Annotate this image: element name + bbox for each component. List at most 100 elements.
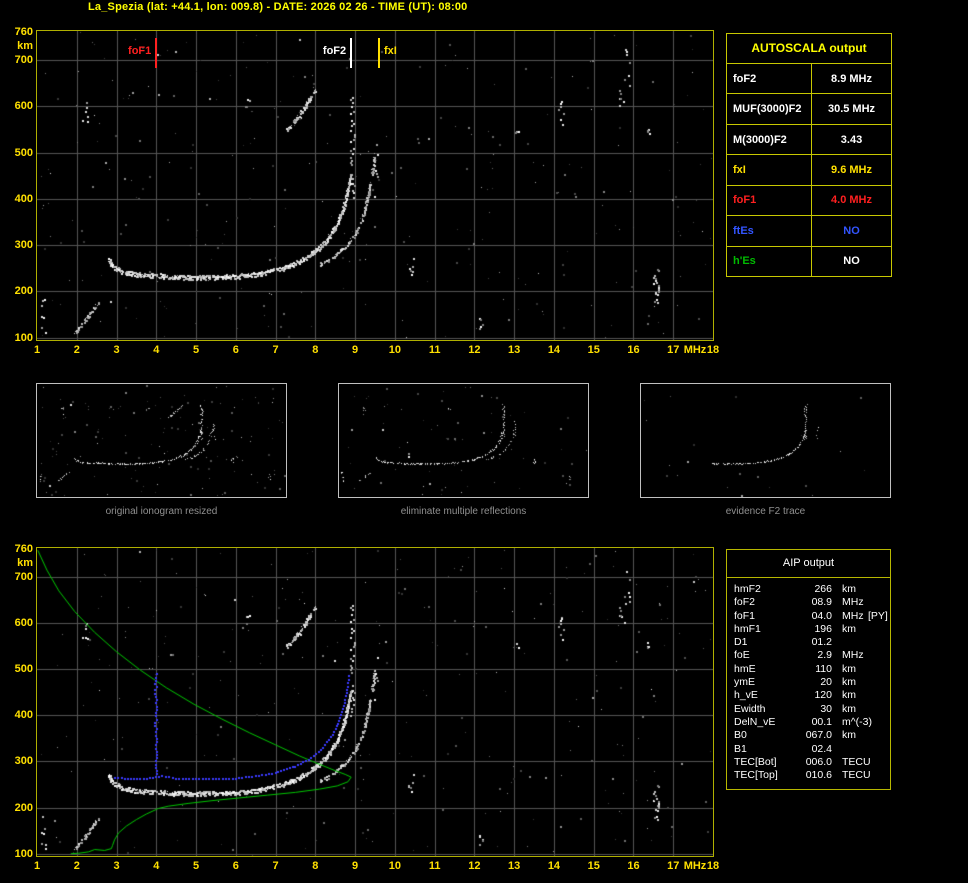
x-tick-label: 13 xyxy=(508,860,521,872)
aip-unit: km xyxy=(842,702,856,715)
aip-value: 00.1 xyxy=(811,715,832,728)
x-tick-label: 6 xyxy=(232,344,239,356)
y-axis-unit-bottom: km xyxy=(17,557,33,569)
aip-row: hmF2 266 km xyxy=(734,583,886,596)
y-tick-label: 300 xyxy=(14,239,33,252)
aip-note xyxy=(868,649,886,662)
aip-row: foF2 08.9 MHz xyxy=(734,596,886,609)
autoscala-panel-title: AUTOSCALA output xyxy=(751,41,867,55)
fof1-marker-label: foF1 xyxy=(128,45,152,57)
autoscala-row: fxI 9.6 MHz xyxy=(727,154,891,185)
aip-row: foE 2.9 MHz xyxy=(734,649,886,662)
autoscala-window: La_Spezia (lat: +44.1, lon: 009.8) - DAT… xyxy=(0,0,968,883)
aip-param: Ewidth xyxy=(734,702,766,715)
x-tick-label: 7 xyxy=(272,860,279,872)
aip-value: 08.9 xyxy=(811,596,832,609)
aip-note xyxy=(868,729,886,742)
x-tick-label: 13 xyxy=(508,344,521,356)
thumbnail-original-ionogram xyxy=(36,383,287,498)
x-tick-label: 14 xyxy=(547,860,561,872)
aip-note xyxy=(868,756,886,769)
x-tick-label: 18 xyxy=(706,344,720,356)
caption-f2-trace: evidence F2 trace xyxy=(725,506,806,517)
aip-row: B1 02.4 xyxy=(734,743,886,756)
aip-unit xyxy=(832,636,868,649)
y-tick-label: 200 xyxy=(14,801,33,814)
aip-value: 2.9 xyxy=(817,649,832,662)
x-tick-label: 3 xyxy=(113,860,120,872)
aip-panel-title: AIP output xyxy=(727,550,890,578)
fof2-marker-line xyxy=(350,38,353,68)
y-tick-label: 760 xyxy=(14,543,33,556)
thumbnail-no-multiples-canvas xyxy=(339,384,588,497)
aip-unit: m^(-3) xyxy=(842,715,873,728)
x-tick-label: 11 xyxy=(428,344,441,356)
aip-unit: TECU xyxy=(842,755,871,768)
autoscala-param-value: 3.43 xyxy=(840,133,863,146)
x-tick-label: 15 xyxy=(587,860,600,872)
aip-value: 20 xyxy=(820,676,832,689)
caption-no-multiples: eliminate multiple reflections xyxy=(400,506,527,517)
autoscala-param-value: 8.9 MHz xyxy=(831,72,872,85)
y-tick-label: 400 xyxy=(14,192,33,205)
aip-row: D1 01.2 xyxy=(734,636,886,649)
autoscala-row: foF1 4.0 MHz xyxy=(727,184,891,216)
autoscala-param-value: 9.6 MHz xyxy=(831,163,872,176)
ionogram-top-canvas xyxy=(37,31,713,340)
y-tick-label: 700 xyxy=(14,571,33,584)
y-tick-label: 200 xyxy=(14,285,33,298)
y-tick-label: 600 xyxy=(14,100,33,113)
autoscala-param-label: h'Es xyxy=(727,246,812,276)
aip-value: 006.0 xyxy=(805,755,832,768)
x-tick-label: 9 xyxy=(352,860,359,872)
autoscala-param-value: NO xyxy=(843,224,860,237)
autoscala-output-panel: AUTOSCALA output foF2 8.9 MHz MUF(3000)F2 3… xyxy=(726,33,892,277)
aip-rows: hmF2 266 km foF2 08.9 MHz foF1 04.0 MHz [PY] hmF1 1… xyxy=(734,583,888,782)
aip-unit: TECU xyxy=(842,769,871,782)
aip-value: 010.6 xyxy=(805,769,832,782)
aip-param: hmF1 xyxy=(734,622,761,635)
thumbnail-original-canvas xyxy=(37,384,286,497)
x-tick-label: 6 xyxy=(232,860,239,872)
aip-param: TEC[Top] xyxy=(734,769,778,782)
autoscala-param-label: M(3000)F2 xyxy=(727,124,812,155)
aip-note xyxy=(868,636,886,649)
aip-note xyxy=(868,583,886,596)
aip-value: 02.4 xyxy=(811,742,832,755)
thumbnail-f2-trace xyxy=(640,383,891,498)
x-tick-label: 14 xyxy=(547,344,561,356)
y-tick-label: 760 xyxy=(14,26,33,39)
x-tick-label: 2 xyxy=(73,344,80,356)
aip-value: 110 xyxy=(815,662,832,675)
aip-note xyxy=(868,703,886,716)
thumbnail-no-multiples xyxy=(338,383,589,498)
aip-row: h_vE 120 km xyxy=(734,689,886,702)
autoscala-param-label: foF2 xyxy=(727,64,812,94)
aip-unit: km xyxy=(842,729,856,742)
fxi-marker-label: fxI xyxy=(383,45,397,57)
autoscala-row: foF2 8.9 MHz xyxy=(727,63,891,94)
aip-row: ymE 20 km xyxy=(734,676,886,689)
aip-param: D1 xyxy=(734,636,748,649)
autoscala-param-label: MUF(3000)F2 xyxy=(727,94,812,124)
autoscala-row: ftEs NO xyxy=(727,215,891,246)
autoscala-param-label: fxI xyxy=(727,155,812,185)
x-tick-label: 3 xyxy=(113,344,120,356)
fof1-marker-line xyxy=(155,38,158,68)
autoscala-param-value: NO xyxy=(843,255,860,268)
aip-unit: km xyxy=(842,583,856,595)
aip-note xyxy=(868,596,886,609)
x-tick-label: 17 xyxy=(667,344,680,356)
x-tick-label: 8 xyxy=(312,860,319,872)
aip-value: 196 xyxy=(814,622,832,635)
y-axis-unit-top: km xyxy=(17,40,33,52)
station-title: La_Spezia (lat: +44.1, lon: 009.8) - DAT… xyxy=(88,1,468,13)
aip-output-panel: AIP output hmF2 266 km foF2 08.9 MHz foF1 04.0 M… xyxy=(726,549,891,790)
aip-unit: MHz xyxy=(842,596,864,609)
aip-param: TEC[Bot] xyxy=(734,755,777,768)
autoscala-param-label: foF1 xyxy=(727,185,812,216)
aip-param: hmF2 xyxy=(734,583,761,595)
x-tick-label: 5 xyxy=(192,344,200,356)
aip-note xyxy=(868,689,886,702)
x-tick-label: 9 xyxy=(352,344,359,356)
